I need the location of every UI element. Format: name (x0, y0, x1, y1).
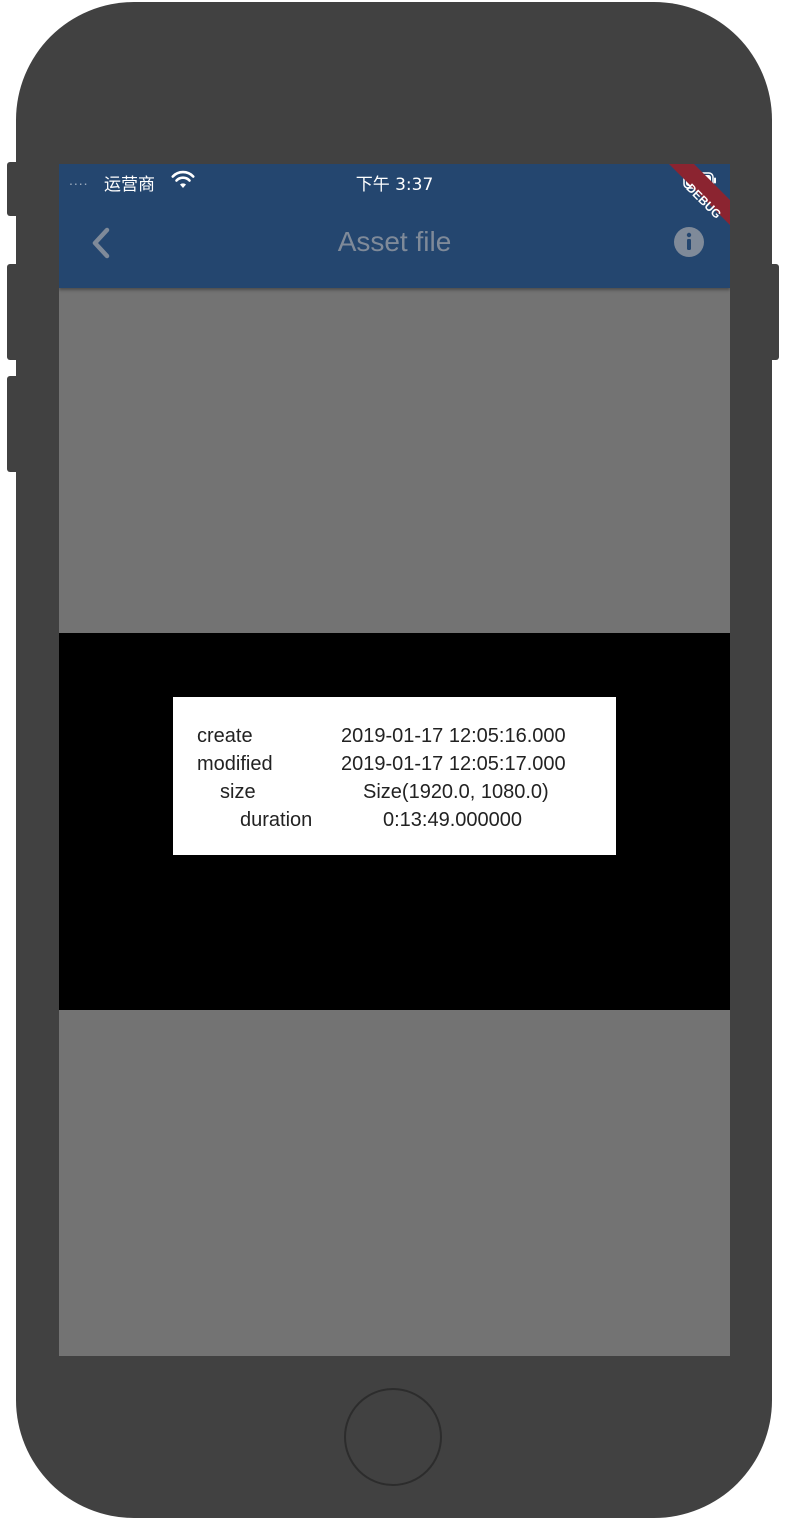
info-icon[interactable] (673, 226, 705, 258)
info-value: 0:13:49.000000 (383, 809, 523, 831)
info-label: duration (240, 809, 313, 831)
screen: .... 运营商 下午 3:37 Asset file DEBUG create… (59, 164, 730, 1356)
info-label: modified (197, 753, 273, 775)
info-label: create (197, 725, 253, 747)
info-row-duration: duration 0:13:49.000000 (173, 806, 616, 834)
battery-icon (683, 172, 716, 189)
info-label: size (220, 781, 256, 803)
status-bar: .... 运营商 下午 3:37 (59, 164, 730, 198)
video-preview: create 2019-01-17 12:05:16.000 modified … (59, 633, 730, 1010)
info-row-modified: modified 2019-01-17 12:05:17.000 (173, 750, 616, 778)
nav-bar: Asset file (59, 208, 730, 278)
page-title: Asset file (337, 226, 452, 257)
asset-info-panel: create 2019-01-17 12:05:16.000 modified … (173, 697, 616, 855)
info-value: Size(1920.0, 1080.0) (363, 781, 549, 803)
app-bar: .... 运营商 下午 3:37 Asset file (59, 164, 730, 288)
info-row-create: create 2019-01-17 12:05:16.000 (173, 722, 616, 750)
status-time: 下午 3:37 (355, 175, 434, 195)
home-button[interactable] (344, 1388, 442, 1486)
info-value: 2019-01-17 12:05:17.000 (341, 753, 566, 775)
info-value: 2019-01-17 12:05:16.000 (341, 725, 566, 747)
info-row-size: size Size(1920.0, 1080.0) (173, 778, 616, 806)
